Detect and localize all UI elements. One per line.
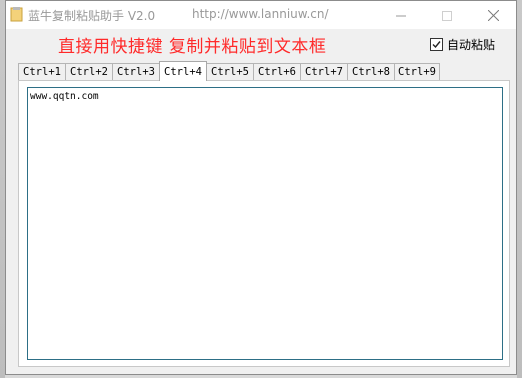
tab-ctrl-5[interactable]: Ctrl+5 <box>206 63 254 80</box>
app-icon <box>10 7 23 22</box>
text-area-content: www.qqtn.com <box>30 91 99 102</box>
tab-ctrl-9[interactable]: Ctrl+9 <box>394 63 440 80</box>
checkmark-icon <box>432 41 441 49</box>
background-window-edge-right <box>517 0 522 378</box>
app-window: 蓝牛复制粘贴助手 V2.0 http://www.lanniuw.cn/ 直接用… <box>5 0 517 375</box>
tab-ctrl-7[interactable]: Ctrl+7 <box>300 63 348 80</box>
tab-ctrl-8[interactable]: Ctrl+8 <box>347 63 395 80</box>
maximize-icon <box>442 6 452 25</box>
auto-paste-checkbox[interactable]: 自动粘贴 <box>430 36 495 53</box>
maximize-button[interactable] <box>424 1 470 29</box>
tab-ctrl-3[interactable]: Ctrl+3 <box>112 63 160 80</box>
close-icon <box>487 6 499 25</box>
paste-text-area[interactable]: www.qqtn.com <box>27 87 503 360</box>
tab-ctrl-2[interactable]: Ctrl+2 <box>65 63 113 80</box>
window-title-url: http://www.lanniuw.cn/ <box>192 7 329 21</box>
tab-ctrl-4[interactable]: Ctrl+4 <box>159 61 207 81</box>
checkbox-box[interactable] <box>430 38 443 51</box>
shortcut-tabs: Ctrl+1 Ctrl+2 Ctrl+3 Ctrl+4 Ctrl+5 Ctrl+… <box>18 61 440 81</box>
tab-ctrl-1[interactable]: Ctrl+1 <box>18 63 66 80</box>
minimize-icon <box>396 6 406 25</box>
minimize-button[interactable] <box>378 1 424 29</box>
title-bar[interactable]: 蓝牛复制粘贴助手 V2.0 http://www.lanniuw.cn/ <box>6 1 516 29</box>
tab-ctrl-6[interactable]: Ctrl+6 <box>253 63 301 80</box>
window-title: 蓝牛复制粘贴助手 V2.0 <box>28 9 156 23</box>
tab-panel: www.qqtn.com <box>18 80 510 367</box>
close-button[interactable] <box>470 1 516 29</box>
shortcut-hint-text: 直接用快捷键 复制并粘贴到文本框 <box>58 37 327 57</box>
auto-paste-label: 自动粘贴 <box>447 38 496 52</box>
